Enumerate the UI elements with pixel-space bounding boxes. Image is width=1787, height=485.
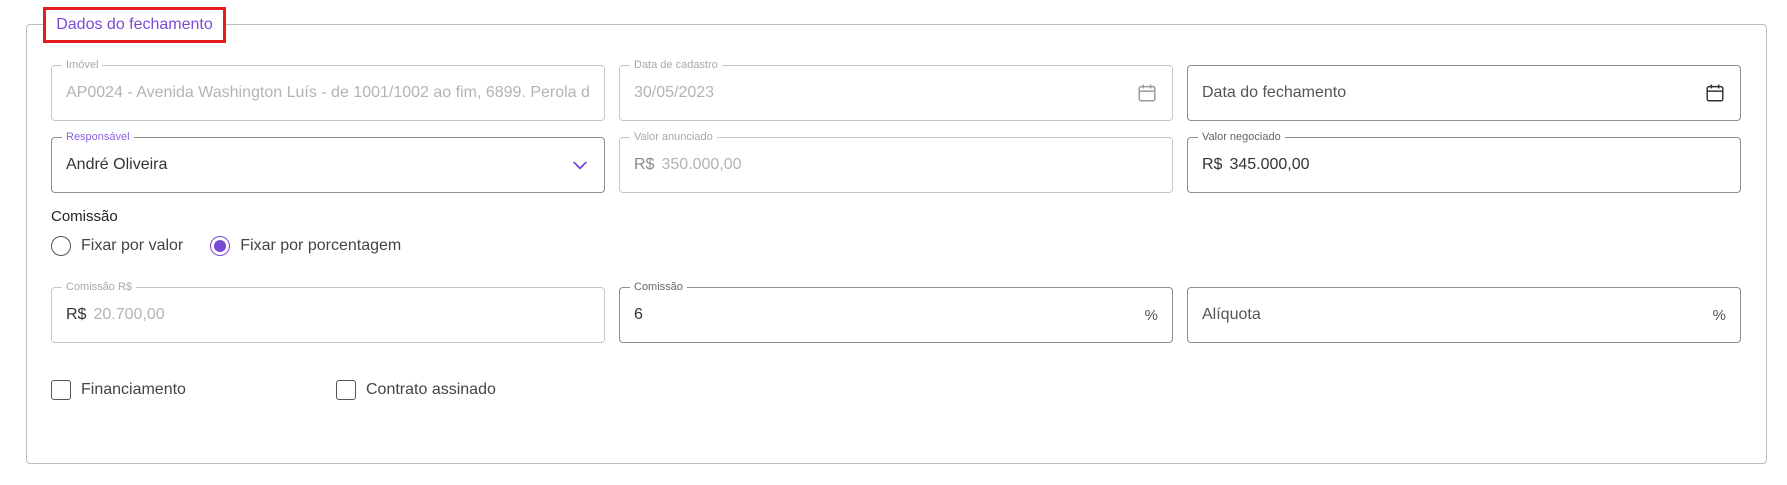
commission-percent-label: Comissão	[630, 280, 687, 294]
tax-rate-placeholder: Alíquota	[1202, 306, 1261, 323]
currency-prefix: R$	[66, 306, 87, 323]
property-field[interactable]: Imóvel AP0024 - Avenida Washington Luís …	[51, 58, 605, 121]
commission-amount-field[interactable]: Comissão R$ R$ 20.700,00	[51, 280, 605, 343]
percent-suffix: %	[1144, 306, 1158, 324]
commission-radio-group: Fixar por valor Fixar por porcentagem	[51, 236, 428, 256]
fixed-percentage-radio[interactable]	[210, 236, 231, 256]
signed-contract-checkbox-item[interactable]: Contrato assinado	[336, 380, 496, 400]
advertised-value-field[interactable]: Valor anunciado R$ 350.000,00	[619, 130, 1173, 193]
currency-prefix: R$	[1202, 156, 1223, 173]
currency-prefix: R$	[634, 156, 655, 173]
signed-contract-checkbox[interactable]	[336, 380, 356, 400]
chevron-down-icon[interactable]	[570, 155, 590, 175]
advertised-value-label: Valor anunciado	[630, 130, 717, 144]
negotiated-value-field[interactable]: Valor negociado R$ 345.000,00	[1187, 130, 1741, 193]
calendar-icon	[1136, 82, 1158, 104]
registration-date-field[interactable]: Data de cadastro 30/05/2023	[619, 58, 1173, 121]
advertised-value: 350.000,00	[661, 156, 742, 173]
tax-rate-field[interactable]: Alíquota %	[1187, 287, 1741, 343]
fixed-value-radio-label[interactable]: Fixar por valor	[81, 237, 183, 255]
commission-amount-value: 20.700,00	[93, 306, 165, 323]
financing-checkbox-label[interactable]: Financiamento	[81, 381, 186, 399]
percent-suffix: %	[1712, 306, 1726, 324]
closing-date-field[interactable]: Data do fechamento	[1187, 65, 1741, 121]
commission-percent-field[interactable]: Comissão 6 %	[619, 280, 1173, 343]
property-value: AP0024 - Avenida Washington Luís - de 10…	[66, 84, 590, 101]
registration-date-value: 30/05/2023	[634, 84, 715, 101]
commission-percent-value: 6	[634, 306, 643, 323]
property-label: Imóvel	[62, 58, 103, 72]
section-title: Dados do fechamento	[43, 7, 226, 43]
negotiated-value: 345.000,00	[1229, 156, 1310, 173]
responsible-label: Responsável	[62, 130, 134, 144]
responsible-value: André Oliveira	[66, 156, 168, 173]
negotiated-value-label: Valor negociado	[1198, 130, 1285, 144]
financing-checkbox-item[interactable]: Financiamento	[51, 380, 186, 400]
radio-selected-dot	[214, 240, 227, 252]
commission-group-label: Comissão	[51, 208, 118, 225]
calendar-icon[interactable]	[1704, 82, 1726, 104]
fixed-percentage-radio-label[interactable]: Fixar por porcentagem	[240, 237, 401, 255]
commission-amount-label: Comissão R$	[62, 280, 137, 294]
fixed-value-radio[interactable]	[51, 236, 71, 256]
registration-date-label: Data de cadastro	[630, 58, 722, 72]
closing-date-placeholder: Data do fechamento	[1202, 84, 1347, 101]
signed-contract-checkbox-label[interactable]: Contrato assinado	[366, 381, 496, 399]
financing-checkbox[interactable]	[51, 380, 71, 400]
responsible-select[interactable]: Responsável André Oliveira	[51, 130, 605, 193]
